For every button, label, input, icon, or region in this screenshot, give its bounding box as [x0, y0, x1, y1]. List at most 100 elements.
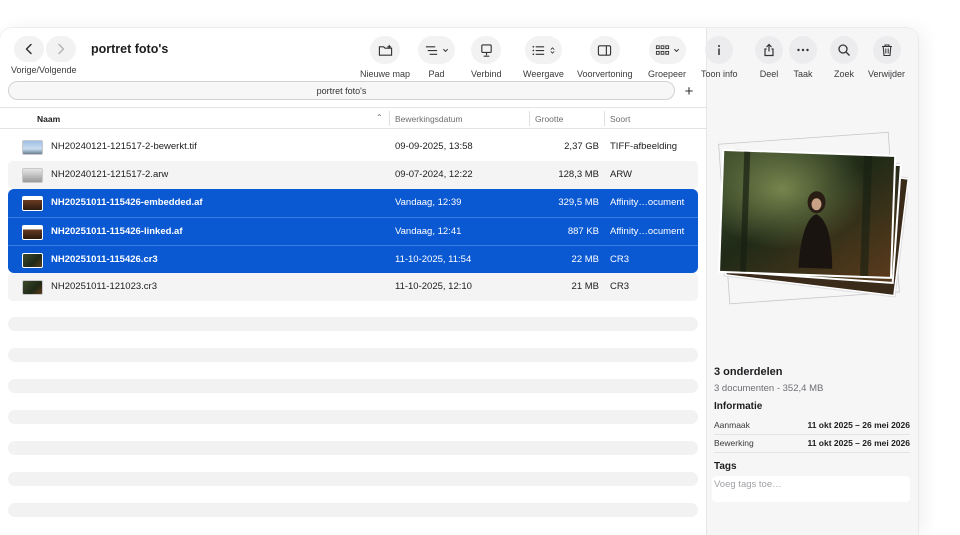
group-button[interactable] [648, 36, 686, 64]
finder-window: Vorige/Volgende portret foto's Nieuwe ma… [0, 28, 918, 535]
share-button[interactable] [755, 36, 783, 64]
task-button[interactable] [789, 36, 817, 64]
file-thumbnail [22, 225, 43, 240]
file-size: 329,5 MB [558, 197, 599, 208]
nav-group [14, 36, 76, 62]
empty-row [8, 410, 698, 424]
file-row[interactable]: NH20240121-121517-2-bewerkt.tif 09-09-20… [8, 133, 698, 161]
file-size: 22 MB [571, 254, 599, 265]
group-tool[interactable]: Groepeer [648, 36, 686, 79]
preview-button[interactable] [589, 36, 620, 64]
file-thumbnail [22, 253, 43, 268]
group-label: Groepeer [648, 69, 687, 79]
tags-section-title: Tags [714, 461, 737, 472]
file-size: 2,37 GB [564, 141, 599, 152]
sort-ascending-icon: ⌃ [376, 113, 383, 122]
file-date: 11-10-2025, 12:10 [395, 281, 472, 292]
empty-row [8, 441, 698, 455]
connect-tool[interactable]: Verbind [471, 36, 502, 79]
folder-plus-icon [378, 44, 392, 56]
file-kind: Affinity…ocument [610, 197, 685, 208]
path-bar[interactable]: portret foto's [8, 81, 675, 100]
file-row[interactable]: NH20251011-121023.cr3 11-10-2025, 12:10 … [8, 273, 698, 301]
back-button[interactable] [14, 36, 44, 62]
info-created-row: Aanmaak 11 okt 2025 – 26 mei 2026 [714, 417, 910, 435]
view-tool[interactable]: Weergave [523, 36, 564, 79]
file-name: NH20251011-115426-linked.af [51, 226, 183, 237]
info-modified-value: 11 okt 2025 – 26 mei 2026 [807, 438, 910, 448]
share-tool[interactable]: Deel [755, 36, 783, 79]
empty-rows [8, 317, 698, 534]
info-section-title: Informatie [714, 401, 763, 412]
preview-label: Voorvertoning [577, 69, 633, 79]
forward-button[interactable] [46, 36, 76, 62]
column-divider[interactable] [604, 111, 605, 126]
file-name: NH20240121-121517-2-bewerkt.tif [51, 141, 197, 152]
path-tool[interactable]: Pad [418, 36, 455, 79]
view-button[interactable] [524, 36, 562, 64]
grid-icon [655, 44, 669, 55]
file-row[interactable]: NH20240121-121517-2.arw 09-07-2024, 12:2… [8, 161, 698, 189]
column-date[interactable]: Bewerkingsdatum [395, 114, 463, 124]
selection-preview [718, 131, 908, 305]
delete-tool[interactable]: Verwijder [868, 36, 905, 79]
share-label: Deel [759, 69, 779, 79]
file-thumbnail [22, 280, 43, 295]
new-folder-label: Nieuwe map [360, 69, 411, 79]
path-label: Pad [428, 69, 445, 79]
sidebar-right-icon [598, 44, 612, 56]
file-kind: CR3 [610, 254, 630, 265]
file-kind: CR3 [610, 281, 630, 292]
info-created-value: 11 okt 2025 – 26 mei 2026 [807, 420, 910, 430]
delete-label: Verwijder [868, 69, 906, 79]
delete-button[interactable] [872, 36, 901, 64]
column-divider[interactable] [389, 111, 390, 126]
chevron-down-icon [442, 48, 449, 52]
info-tool[interactable]: Toon info [701, 36, 738, 79]
column-header: Naam ⌃ Bewerkingsdatum Grootte Soort [0, 107, 706, 129]
column-size[interactable]: Grootte [535, 114, 563, 124]
info-modified-row: Bewerking 11 okt 2025 – 26 mei 2026 [714, 435, 910, 453]
nav-label: Vorige/Volgende [11, 65, 77, 75]
selection-count: 3 onderdelen [714, 366, 783, 378]
file-kind: Affinity…ocument [610, 226, 685, 237]
chevron-left-icon [25, 43, 32, 55]
list-indent-icon [425, 45, 438, 55]
file-row[interactable]: NH20251011-115426.cr3 11-10-2025, 11:54 … [8, 245, 698, 273]
ellipsis-icon [797, 48, 809, 52]
list-view-icon [532, 45, 545, 55]
column-kind[interactable]: Soort [610, 114, 630, 124]
empty-row [8, 472, 698, 486]
trash-icon [881, 44, 892, 57]
tags-input[interactable]: Voeg tags toe… [712, 476, 910, 502]
search-button[interactable] [830, 36, 858, 64]
connect-label: Verbind [471, 69, 502, 79]
info-modified-label: Bewerking [714, 438, 754, 448]
file-thumbnail [22, 168, 43, 183]
new-folder-button[interactable] [370, 36, 401, 64]
info-button[interactable] [705, 36, 734, 64]
empty-row [8, 379, 698, 393]
preview-tool[interactable]: Voorvertoning [577, 36, 633, 79]
empty-row [8, 503, 698, 517]
file-row[interactable]: NH20251011-115426-linked.af Vandaag, 12:… [8, 217, 698, 245]
file-name: NH20240121-121517-2.arw [51, 169, 169, 180]
file-date: 09-09-2025, 13:58 [395, 141, 473, 152]
new-folder-tool[interactable]: Nieuwe map [360, 36, 410, 79]
search-icon [838, 44, 850, 56]
column-divider[interactable] [529, 111, 530, 126]
task-tool[interactable]: Taak [789, 36, 817, 79]
path-button[interactable] [418, 36, 455, 64]
empty-row [8, 317, 698, 331]
file-size: 887 KB [567, 226, 599, 237]
column-name[interactable]: Naam [37, 114, 60, 124]
file-kind: TIFF-afbeelding [610, 141, 678, 152]
info-icon [718, 45, 721, 55]
add-tab-button[interactable]: + [680, 82, 698, 100]
connect-button[interactable] [471, 36, 502, 64]
file-size: 21 MB [571, 281, 599, 292]
search-tool[interactable]: Zoek [830, 36, 858, 79]
display-icon [481, 43, 492, 57]
file-row[interactable]: NH20251011-115426-embedded.af Vandaag, 1… [8, 189, 698, 217]
file-kind: ARW [610, 169, 632, 180]
